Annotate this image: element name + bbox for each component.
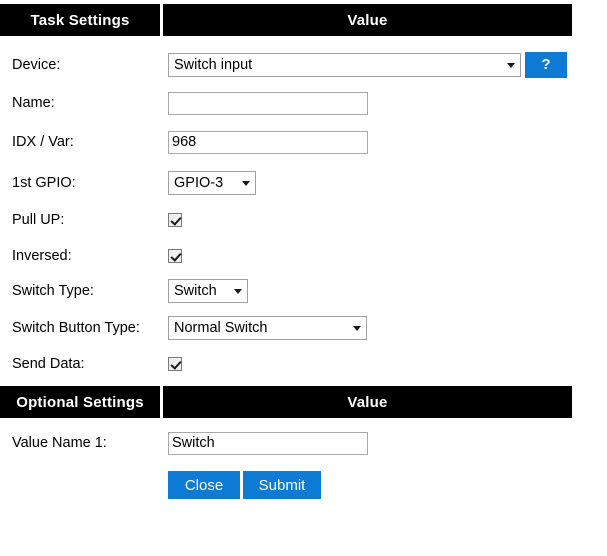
row-gpio-1: 1st GPIO: GPIO-3 xyxy=(0,170,607,196)
value-name-1-label: Value Name 1: xyxy=(12,435,107,451)
row-switch-button-type: Switch Button Type: Normal Switch xyxy=(0,315,607,341)
row-value-name-1: Value Name 1: xyxy=(0,430,607,456)
switch-button-type-select-value: Normal Switch xyxy=(174,319,268,336)
gpio-1-select[interactable]: GPIO-3 xyxy=(168,171,256,195)
row-switch-type: Switch Type: Switch xyxy=(0,278,607,304)
chevron-down-icon xyxy=(507,62,515,68)
value-header-cell-2: Value xyxy=(163,386,572,418)
gpio-1-label: 1st GPIO: xyxy=(12,175,76,191)
device-help-button[interactable]: ? xyxy=(525,52,567,78)
switch-type-select[interactable]: Switch xyxy=(168,279,248,303)
send-data-label: Send Data: xyxy=(12,356,85,372)
row-send-data: Send Data: xyxy=(0,353,607,375)
value-header-cell-1: Value xyxy=(163,4,572,36)
device-select-value: Switch input xyxy=(174,56,253,73)
send-data-checkbox[interactable] xyxy=(168,357,182,371)
device-select[interactable]: Switch input xyxy=(168,53,521,77)
inversed-checkbox[interactable] xyxy=(168,249,182,263)
gpio-1-select-value: GPIO-3 xyxy=(174,174,224,191)
row-name: Name: xyxy=(0,90,607,116)
row-pull-up: Pull UP: xyxy=(0,209,607,231)
device-control-group: Switch input ? xyxy=(168,52,567,78)
pull-up-label: Pull UP: xyxy=(12,212,65,228)
task-settings-header-row: Task Settings Value xyxy=(0,4,572,36)
optional-settings-header-cell: Optional Settings xyxy=(0,386,160,418)
inversed-label: Inversed: xyxy=(12,248,72,264)
row-idx-var: IDX / Var: xyxy=(0,129,607,155)
idx-var-input[interactable] xyxy=(168,130,368,154)
submit-button[interactable]: Submit xyxy=(243,471,321,499)
chevron-down-icon xyxy=(353,325,361,331)
value-name-1-input[interactable] xyxy=(168,431,368,455)
switch-type-label: Switch Type: xyxy=(12,283,94,299)
row-inversed: Inversed: xyxy=(0,245,607,267)
device-label: Device: xyxy=(12,57,61,73)
task-settings-header-cell: Task Settings xyxy=(0,4,160,36)
name-label: Name: xyxy=(12,95,55,111)
device-config-page: Task Settings Value Device: Switch input… xyxy=(0,0,607,556)
chevron-down-icon xyxy=(242,180,250,186)
idx-var-label: IDX / Var: xyxy=(12,134,74,150)
name-input[interactable] xyxy=(168,91,368,115)
switch-type-select-value: Switch xyxy=(174,282,217,299)
row-device: Device: Switch input ? xyxy=(0,50,607,80)
pull-up-checkbox[interactable] xyxy=(168,213,182,227)
chevron-down-icon xyxy=(234,288,242,294)
close-button[interactable]: Close xyxy=(168,471,240,499)
form-actions: Close Submit xyxy=(0,471,607,499)
switch-button-type-label: Switch Button Type: xyxy=(12,320,140,336)
optional-settings-header-row: Optional Settings Value xyxy=(0,386,572,418)
switch-button-type-select[interactable]: Normal Switch xyxy=(168,316,367,340)
